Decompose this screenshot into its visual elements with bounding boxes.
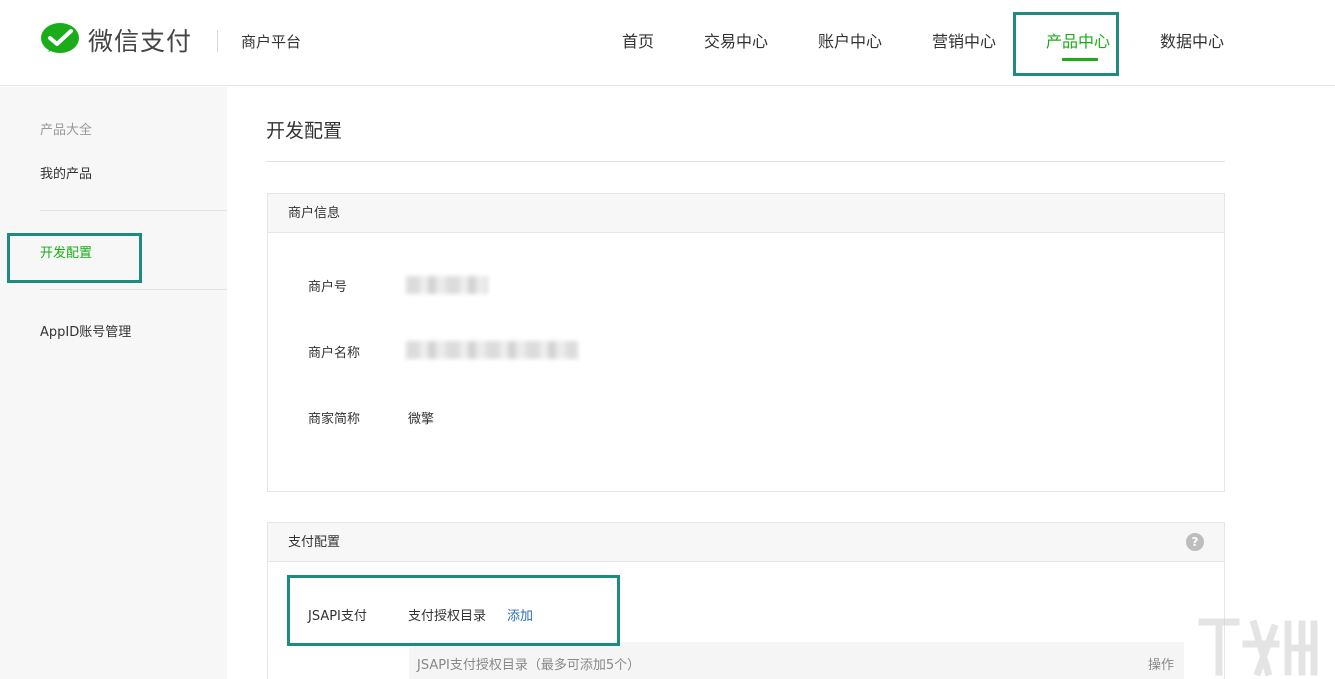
active-nav-underline	[1062, 58, 1098, 61]
sidebar-title: 产品大全	[40, 119, 92, 138]
merchant-id-label: 商户号	[308, 276, 347, 295]
nav-item-marketing[interactable]: 营销中心	[932, 28, 996, 52]
sidebar-divider	[40, 210, 227, 211]
brand-name: 微信支付	[88, 22, 192, 58]
merchant-info-heading: 商户信息	[268, 194, 1224, 233]
nav-item-transactions[interactable]: 交易中心	[704, 28, 768, 52]
add-auth-directory-link[interactable]: 添加	[507, 605, 533, 624]
merchant-short-name-value: 微擎	[408, 408, 434, 427]
auth-directory-label: 支付授权目录	[408, 605, 486, 624]
merchant-id-value-redacted	[406, 276, 488, 294]
sidebar: 产品大全 我的产品 开发配置 AppID账号管理	[0, 87, 227, 679]
merchant-info-panel: 商户信息 商户号 商户名称 商家简称 微擎	[267, 193, 1225, 492]
page-title: 开发配置	[266, 116, 342, 143]
question-circle-icon[interactable]: ?	[1186, 533, 1204, 551]
nav-item-data[interactable]: 数据中心	[1160, 28, 1224, 52]
nav-item-products[interactable]: 产品中心	[1046, 28, 1110, 52]
merchant-name-value-redacted	[406, 341, 578, 359]
header-divider	[217, 30, 218, 52]
payment-config-heading-text: 支付配置	[288, 535, 340, 550]
watermark-logo	[1196, 614, 1335, 679]
auth-directory-table-header: JSAPI支付授权目录（最多可添加5个） 操作	[409, 642, 1184, 679]
payment-config-panel: 支付配置 ? JSAPI支付 支付授权目录 添加 JSAPI支付授权目录（最多可…	[267, 522, 1225, 679]
auth-directory-column-title: JSAPI支付授权目录（最多可添加5个）	[417, 654, 640, 673]
wechat-pay-logo-icon	[40, 22, 80, 58]
auth-directory-action-column: 操作	[1148, 654, 1174, 673]
merchant-name-label: 商户名称	[308, 342, 360, 361]
platform-name: 商户平台	[241, 31, 301, 52]
nav-item-account[interactable]: 账户中心	[818, 28, 882, 52]
sidebar-item-dev-config[interactable]: 开发配置	[40, 242, 92, 261]
jsapi-pay-label: JSAPI支付	[308, 605, 367, 624]
sidebar-divider	[40, 289, 227, 290]
sidebar-item-appid-management[interactable]: AppID账号管理	[40, 321, 131, 340]
title-divider	[266, 161, 1225, 162]
merchant-short-name-label: 商家简称	[308, 408, 360, 427]
nav-item-home[interactable]: 首页	[622, 28, 654, 52]
payment-config-heading: 支付配置 ?	[268, 523, 1224, 562]
sidebar-item-my-products[interactable]: 我的产品	[40, 163, 92, 182]
wechat-pay-logo[interactable]: 微信支付	[40, 22, 192, 58]
top-header: 微信支付 商户平台 首页 交易中心 账户中心 营销中心 产品中心 数据中心	[0, 0, 1335, 86]
